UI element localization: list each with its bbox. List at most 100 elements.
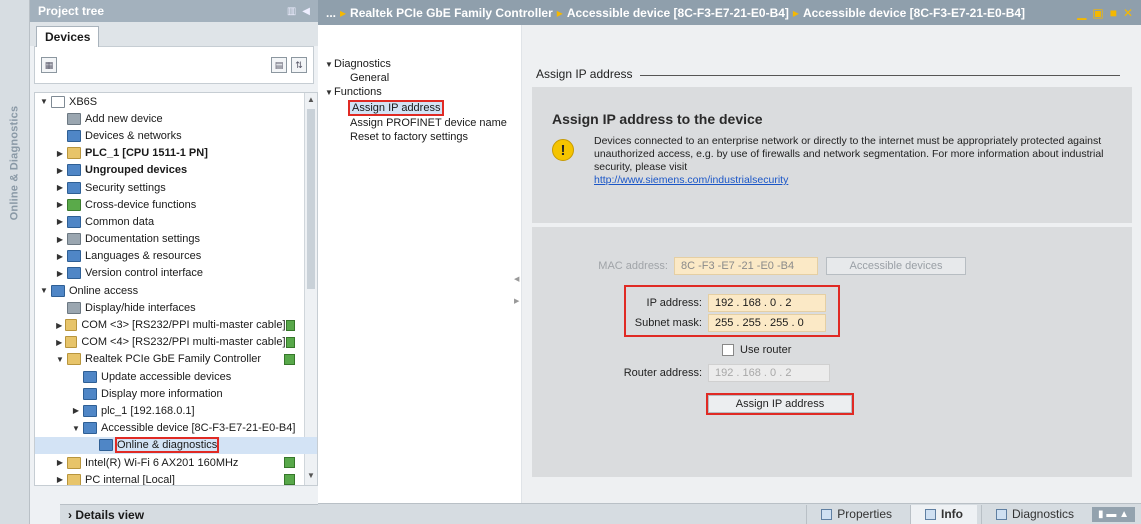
tree-item[interactable]: ▼ Online access — [35, 282, 317, 299]
expand-arrow-icon[interactable]: ▶ — [55, 458, 65, 467]
tree-item[interactable]: ▶ Documentation settings — [35, 231, 317, 248]
tree-item[interactable]: Display more information — [35, 385, 317, 402]
tree-item[interactable]: ▶ plc_1 [192.168.0.1] — [35, 402, 317, 419]
breadcrumb-prefix[interactable]: ... — [326, 6, 336, 20]
panel-title: Assign IP address to the device — [552, 111, 763, 127]
collapse-left-icon[interactable]: ◀ — [302, 6, 310, 17]
breadcrumb-controller[interactable]: Realtek PCIe GbE Family Controller — [350, 6, 553, 20]
sort-icon[interactable]: ⇅ — [291, 57, 307, 73]
tab-diagnostics[interactable]: Diagnostics — [981, 504, 1088, 524]
tree-item[interactable]: ▶ PC internal [Local] — [35, 471, 317, 485]
expand-arrow-icon[interactable]: ▶ — [55, 235, 65, 244]
vertical-task-strip[interactable]: Online & Diagnostics — [0, 0, 30, 524]
minimize-icon[interactable]: ▁ — [1077, 6, 1086, 20]
breadcrumb-arrow-icon: ▸ — [792, 5, 799, 20]
tree-node-icon — [83, 422, 97, 435]
tree-item[interactable]: ▶ Cross-device functions — [35, 196, 317, 213]
tree-item[interactable]: Online & diagnostics — [35, 436, 317, 454]
expand-arrow-icon[interactable]: ▶ — [55, 475, 65, 484]
maximize-icon[interactable]: ■ — [1110, 6, 1117, 20]
tree-node-icon — [67, 456, 81, 469]
online-diagnostics-strip-label[interactable]: Online & Diagnostics — [2, 58, 26, 268]
industrial-security-link[interactable]: http://www.siemens.com/industrialsecurit… — [594, 174, 1114, 187]
tree-node-icon — [99, 439, 113, 452]
ip-settings-panel: MAC address: 8C -F3 -E7 -21 -E0 -B4 Acce… — [532, 227, 1132, 477]
nav-diagnostics[interactable]: ▼ Diagnostics — [324, 57, 521, 71]
collapse-arrow-icon[interactable]: ▼ — [39, 286, 49, 295]
tree-item[interactable]: ▶ Ungrouped devices — [35, 162, 317, 179]
nav-assign-ip-label[interactable]: Assign IP address — [347, 99, 445, 116]
expand-arrow-icon[interactable]: ▶ — [55, 200, 65, 209]
nav-general[interactable]: General — [324, 71, 521, 85]
tree-item[interactable]: ▶ Languages & resources — [35, 248, 317, 265]
expand-arrow-icon[interactable]: ▶ — [55, 269, 65, 278]
expand-arrow-icon[interactable]: ▶ — [55, 149, 65, 158]
assign-ip-button[interactable]: Assign IP address — [708, 395, 852, 413]
panel-splitter-handle[interactable]: ◀ ▶ — [514, 275, 520, 315]
nav-reset-factory[interactable]: Reset to factory settings — [324, 130, 521, 144]
expand-details-icon[interactable]: › — [68, 508, 72, 522]
expand-arrow-icon[interactable]: ▼ — [324, 60, 334, 69]
expand-arrow-icon[interactable]: ▼ — [324, 88, 334, 97]
tree-item[interactable]: ▶ Intel(R) Wi-Fi 6 AX201 160MHz — [35, 454, 317, 471]
tree-item[interactable]: Add new device — [35, 110, 317, 127]
project-tree-list: ▲ ▼ ▼ XB6S Add new device Devices & network… — [34, 92, 318, 486]
nav-reset-factory-label: Reset to factory settings — [350, 131, 468, 143]
tree-item[interactable]: Update accessible devices — [35, 368, 317, 385]
tree-item[interactable]: Display/hide interfaces — [35, 299, 317, 316]
expand-arrow-icon[interactable]: ▶ — [55, 252, 65, 261]
tree-item[interactable]: ▼ Accessible device [8C-F3-E7-21-E0-B4] — [35, 420, 317, 437]
details-view-bar[interactable]: › Details view — [60, 504, 348, 524]
tree-node-icon — [51, 95, 65, 108]
breadcrumb-accessible-device-current[interactable]: Accessible device [8C-F3-E7-21-E0-B4] — [803, 6, 1025, 20]
use-router-checkbox[interactable] — [722, 344, 734, 356]
tree-item-label: Devices & networks — [85, 129, 182, 142]
expand-arrow-icon[interactable]: ▶ — [55, 217, 65, 226]
tree-item[interactable]: ▶ PLC_1 [CPU 1511-1 PN] — [35, 145, 317, 162]
nav-functions[interactable]: ▼ Functions — [324, 85, 521, 99]
tree-item[interactable]: Devices & networks — [35, 127, 317, 144]
connection-status-icon — [285, 319, 295, 331]
tree-item-label: Online access — [69, 284, 139, 297]
close-icon[interactable]: ✕ — [1123, 6, 1133, 20]
tree-item[interactable]: ▶ COM <3> [RS232/PPI multi-master cable] — [35, 316, 317, 333]
breadcrumb: ... ▸ Realtek PCIe GbE Family Controller… — [318, 0, 1141, 25]
properties-icon — [821, 508, 833, 520]
tree-item[interactable]: ▶ COM <4> [RS232/PPI multi-master cable] — [35, 334, 317, 351]
subnet-mask-field[interactable]: 255 . 255 . 255 . 0 — [708, 314, 826, 332]
section-divider — [640, 75, 1120, 76]
tree-item[interactable]: ▶ Common data — [35, 213, 317, 230]
expand-arrow-icon[interactable]: ▶ — [55, 338, 63, 347]
tree-item[interactable]: ▶ Version control interface — [35, 265, 317, 282]
table-view-icon[interactable]: ▤ — [271, 57, 287, 73]
collapse-arrow-icon[interactable]: ▼ — [71, 424, 81, 433]
panel-controls[interactable]: ▮ ▬ ▲ — [1092, 506, 1135, 522]
ip-address-field[interactable]: 192 . 168 . 0 . 2 — [708, 294, 826, 312]
accessible-devices-button[interactable]: Accessible devices — [826, 257, 966, 275]
tree-item[interactable]: ▶ Security settings — [35, 179, 317, 196]
tab-devices[interactable]: Devices — [36, 26, 100, 47]
breadcrumb-accessible-device[interactable]: Accessible device [8C-F3-E7-21-E0-B4] — [567, 6, 789, 20]
split-view-icon[interactable]: ▥ — [287, 6, 296, 17]
tree-item-label: COM <4> [RS232/PPI multi-master cable] — [81, 336, 286, 349]
tab-properties[interactable]: Properties — [806, 504, 906, 524]
tree-item-label: Ungrouped devices — [85, 164, 188, 177]
mac-address-field[interactable]: 8C -F3 -E7 -21 -E0 -B4 — [674, 257, 818, 275]
tree-item[interactable]: ▼ XB6S — [35, 93, 317, 110]
expand-arrow-icon[interactable]: ▶ — [71, 406, 81, 415]
tab-info[interactable]: Info — [910, 504, 977, 524]
collapse-arrow-icon[interactable]: ▼ — [39, 97, 49, 106]
nav-assign-ip[interactable]: Assign IP address — [324, 99, 521, 116]
collapse-arrow-icon[interactable]: ▼ — [55, 355, 65, 364]
tree-item[interactable]: ▼ Realtek PCIe GbE Family Controller — [35, 351, 317, 368]
expand-arrow-icon[interactable]: ▶ — [55, 183, 65, 192]
network-view-icon[interactable]: ▦ — [41, 57, 57, 73]
expand-arrow-icon[interactable]: ▶ — [55, 321, 63, 330]
tree-node-icon — [67, 301, 81, 314]
nav-assign-profinet[interactable]: Assign PROFINET device name — [324, 116, 521, 130]
tree-node-icon — [67, 198, 81, 211]
expand-arrow-icon[interactable]: ▶ — [55, 166, 65, 175]
warning-icon: ! — [552, 139, 574, 161]
router-address-field[interactable]: 192 . 168 . 0 . 2 — [708, 364, 830, 382]
restore-icon[interactable]: ▣ — [1092, 6, 1103, 20]
